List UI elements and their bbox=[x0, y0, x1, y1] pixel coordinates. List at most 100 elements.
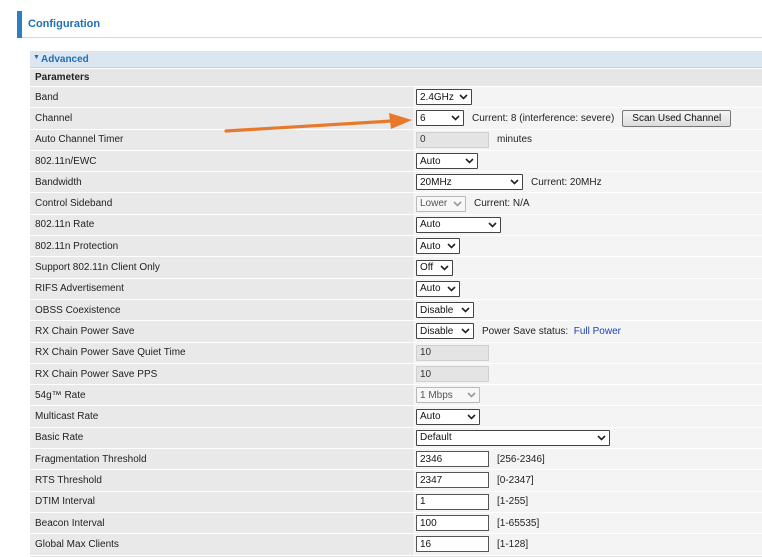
band-select[interactable]: 2.4GHz bbox=[416, 89, 472, 106]
table-row: Auto Channel Timer 0 minutes bbox=[30, 129, 762, 151]
table-row: 802.11n/EWC Auto bbox=[30, 150, 762, 173]
parameters-title: Parameters bbox=[35, 72, 90, 83]
table-row: Basic Rate Default bbox=[30, 427, 762, 450]
multicast-rate-select[interactable]: Auto bbox=[416, 408, 480, 425]
rts-range: [0-2347] bbox=[497, 474, 534, 486]
global-max-clients-label: Global Max Clients bbox=[30, 534, 412, 555]
page-title: Configuration bbox=[28, 18, 101, 30]
sideband-current-note: Current: N/A bbox=[474, 198, 530, 210]
n-client-only-select[interactable]: Off bbox=[416, 259, 453, 276]
table-row: Multicast Rate Auto bbox=[30, 406, 762, 428]
table-row: RX Chain Power Save Quiet Time 10 bbox=[30, 342, 762, 364]
bandwidth-select[interactable]: 20MHz bbox=[416, 174, 523, 191]
beacon-input[interactable]: 100 bbox=[416, 515, 489, 532]
channel-select[interactable]: 6 bbox=[416, 110, 464, 127]
parameters-table: Band 2.4GHz Channel 6 Current: 8 (interf… bbox=[30, 87, 762, 557]
control-sideband-select[interactable]: Lower bbox=[416, 195, 466, 212]
table-row: 802.11n Rate Auto bbox=[30, 214, 762, 237]
chevron-down-icon bbox=[467, 414, 476, 420]
table-row: Beacon Interval 100 [1-65535] bbox=[30, 512, 762, 535]
table-row: Support 802.11n Client Only Off bbox=[30, 257, 762, 279]
table-row: OBSS Coexistence Disable bbox=[30, 299, 762, 322]
fragmentation-label: Fragmentation Threshold bbox=[30, 449, 412, 470]
g-rate-select[interactable]: 1 Mbps bbox=[416, 387, 480, 404]
n-protection-label: 802.11n Protection bbox=[30, 236, 412, 257]
config-header: Configuration bbox=[17, 11, 762, 38]
band-label: Band bbox=[30, 87, 412, 108]
basic-rate-label: Basic Rate bbox=[30, 427, 412, 449]
chevron-down-icon bbox=[465, 158, 474, 164]
table-row: DTIM Interval 1 [1-255] bbox=[30, 491, 762, 513]
channel-current-note: Current: 8 (interference: severe) bbox=[472, 112, 615, 124]
chevron-down-icon bbox=[440, 264, 449, 271]
rifs-select[interactable]: Auto bbox=[416, 280, 460, 297]
table-row: RX Chain Power Save Disable Power Save s… bbox=[30, 321, 762, 343]
caret-down-icon: ▼ bbox=[33, 54, 40, 61]
control-sideband-label: Control Sideband bbox=[30, 193, 412, 214]
chevron-down-icon bbox=[467, 392, 476, 398]
table-row: 54g™ Rate 1 Mbps bbox=[30, 385, 762, 407]
rx-pps-input[interactable]: 10 bbox=[416, 366, 489, 382]
table-row: Bandwidth 20MHz Current: 20MHz bbox=[30, 172, 762, 194]
chevron-down-icon bbox=[461, 307, 470, 313]
bandwidth-label: Bandwidth bbox=[30, 172, 412, 193]
dtim-range: [1-255] bbox=[497, 496, 529, 508]
n-protection-select[interactable]: Auto bbox=[416, 238, 460, 255]
chevron-down-icon bbox=[461, 328, 470, 335]
multicast-rate-label: Multicast Rate bbox=[30, 406, 412, 427]
section-title: Advanced bbox=[41, 54, 89, 65]
chevron-down-icon bbox=[447, 243, 456, 249]
n-rate-select[interactable]: Auto bbox=[416, 216, 501, 233]
dtim-label: DTIM Interval bbox=[30, 491, 412, 512]
chevron-down-icon bbox=[451, 115, 460, 122]
table-row: Fragmentation Threshold 2346 [256-2346] bbox=[30, 449, 762, 471]
chevron-down-icon bbox=[459, 94, 468, 100]
obss-label: OBSS Coexistence bbox=[30, 299, 412, 321]
obss-select[interactable]: Disable bbox=[416, 302, 474, 319]
rx-power-save-label: RX Chain Power Save bbox=[30, 321, 412, 342]
accent-bar bbox=[17, 11, 22, 38]
minutes-unit: minutes bbox=[497, 134, 533, 146]
beacon-label: Beacon Interval bbox=[30, 512, 412, 534]
chevron-down-icon bbox=[447, 286, 456, 292]
dtim-input[interactable]: 1 bbox=[416, 493, 489, 510]
global-max-clients-input[interactable]: 16 bbox=[416, 536, 489, 553]
table-row: RTS Threshold 2347 [0-2347] bbox=[30, 470, 762, 492]
fragmentation-input[interactable]: 2346 bbox=[416, 451, 489, 468]
g-rate-label: 54g™ Rate bbox=[30, 385, 412, 406]
ewc-select[interactable]: Auto bbox=[416, 153, 478, 170]
table-row: Global Max Clients 16 [1-128] bbox=[30, 534, 762, 556]
ewc-label: 802.11n/EWC bbox=[30, 150, 412, 172]
channel-label: Channel bbox=[30, 108, 412, 129]
table-row: RIFS Advertisement Auto bbox=[30, 278, 762, 300]
rx-quiet-time-input[interactable]: 10 bbox=[416, 344, 489, 361]
table-row: RX Chain Power Save PPS 10 bbox=[30, 363, 762, 386]
rts-input[interactable]: 2347 bbox=[416, 472, 489, 489]
n-rate-label: 802.11n Rate bbox=[30, 214, 412, 236]
advanced-section-toggle[interactable]: ▼ Advanced bbox=[30, 51, 762, 68]
basic-rate-select[interactable]: Default bbox=[416, 429, 610, 446]
fragmentation-range: [256-2346] bbox=[497, 453, 545, 465]
rts-label: RTS Threshold bbox=[30, 470, 412, 491]
table-row: Channel 6 Current: 8 (interference: seve… bbox=[30, 108, 762, 130]
chevron-down-icon bbox=[510, 179, 519, 185]
auto-channel-timer-input[interactable]: 0 bbox=[416, 131, 489, 148]
chevron-down-icon bbox=[597, 435, 606, 441]
global-max-clients-range: [1-128] bbox=[497, 538, 529, 550]
parameters-header: Parameters bbox=[30, 69, 762, 86]
beacon-range: [1-65535] bbox=[497, 517, 540, 529]
table-row: Control Sideband Lower Current: N/A bbox=[30, 193, 762, 215]
bandwidth-current-note: Current: 20MHz bbox=[531, 176, 602, 188]
rx-power-save-select[interactable]: Disable bbox=[416, 323, 474, 340]
chevron-down-icon bbox=[488, 222, 497, 228]
table-row: 802.11n Protection Auto bbox=[30, 236, 762, 258]
power-save-status: Power Save status: Full Power bbox=[482, 325, 621, 337]
rx-quiet-time-label: RX Chain Power Save Quiet Time bbox=[30, 342, 412, 363]
auto-channel-timer-label: Auto Channel Timer bbox=[30, 129, 412, 150]
chevron-down-icon bbox=[453, 201, 462, 207]
rx-pps-label: RX Chain Power Save PPS bbox=[30, 363, 412, 385]
rifs-label: RIFS Advertisement bbox=[30, 278, 412, 299]
scan-used-channel-button[interactable]: Scan Used Channel bbox=[622, 109, 732, 127]
n-client-only-label: Support 802.11n Client Only bbox=[30, 257, 412, 278]
table-row: Band 2.4GHz bbox=[30, 87, 762, 109]
